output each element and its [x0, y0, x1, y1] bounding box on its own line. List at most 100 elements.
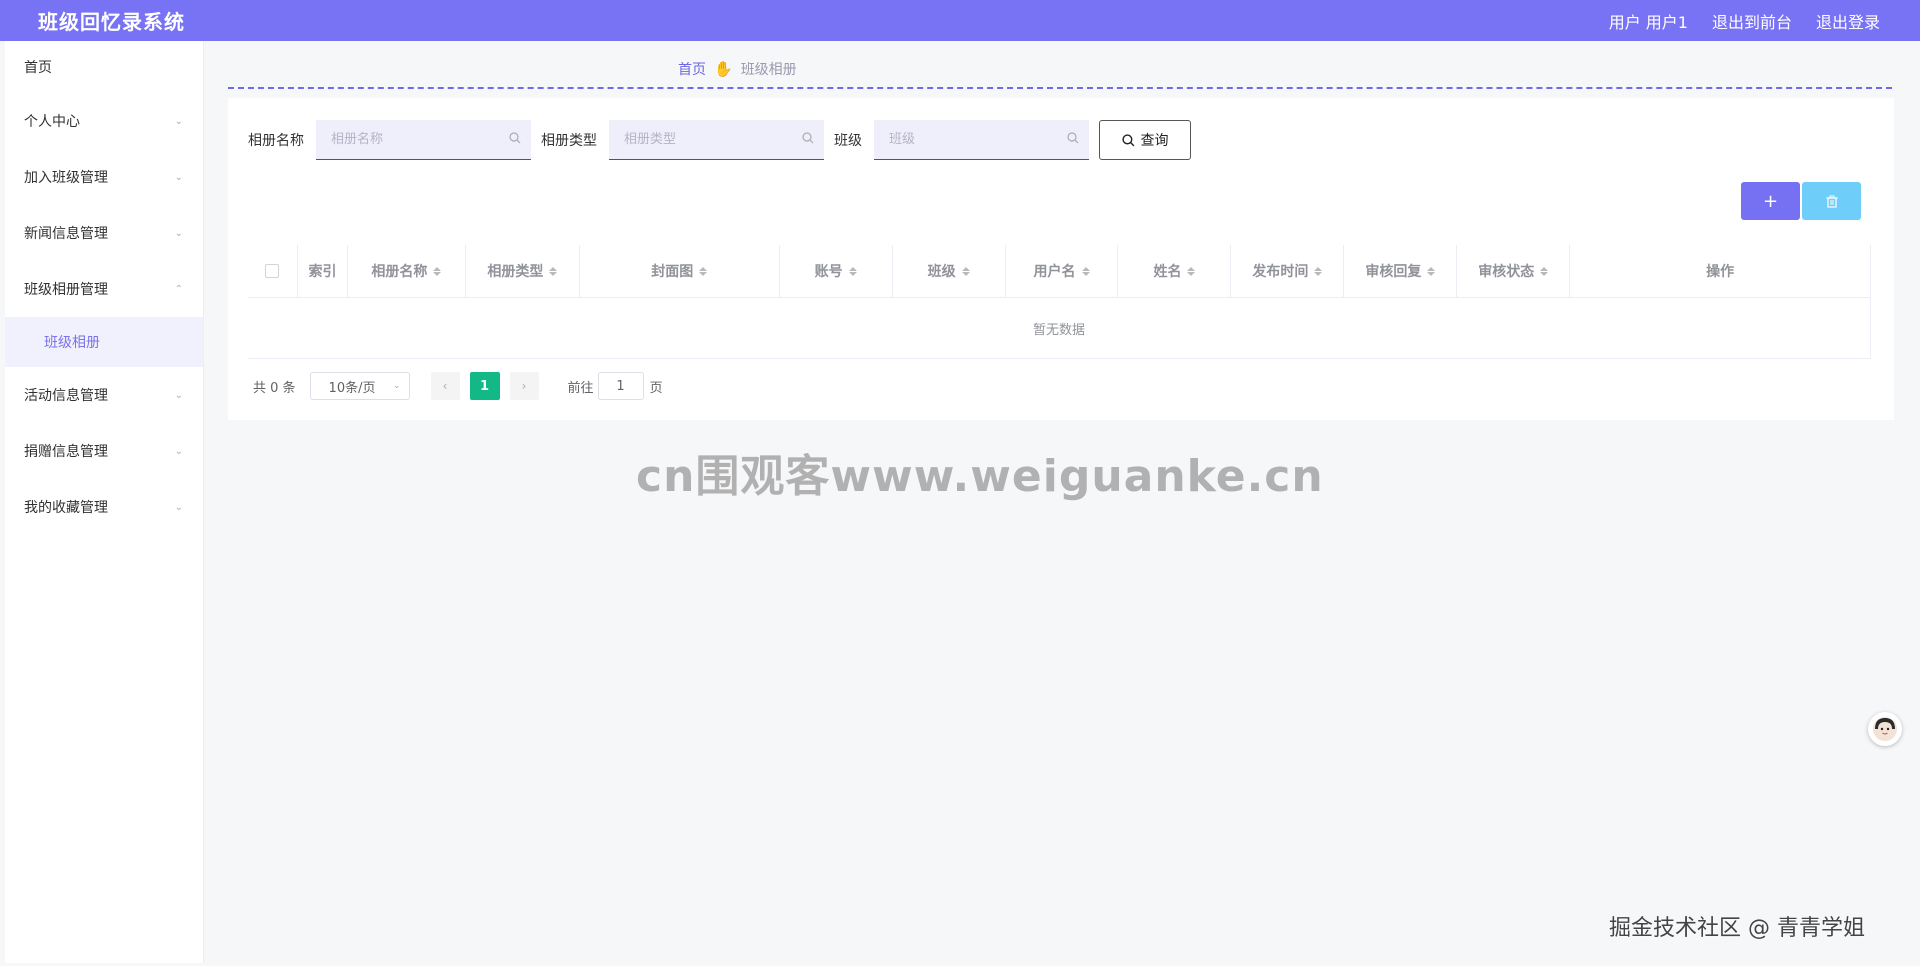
class-input[interactable]: [874, 120, 1089, 159]
column-header-publish-time[interactable]: 发布时间: [1231, 245, 1345, 297]
sidebar-item-label: 首页: [24, 60, 52, 76]
sidebar-item-label: 加入班级管理: [24, 170, 108, 186]
column-header-name[interactable]: 姓名: [1118, 245, 1232, 297]
page-size-select[interactable]: 10条/页 ⌄: [309, 372, 410, 400]
hand-icon: ✋: [714, 60, 733, 78]
sort-icon[interactable]: [1187, 266, 1196, 276]
chevron-down-icon: ⌄: [174, 227, 183, 239]
app-title: 班级回忆录系统: [38, 10, 185, 34]
breadcrumb-current: 班级相册: [740, 62, 797, 78]
sidebar-item-label: 活动信息管理: [24, 388, 108, 404]
sidebar-item-label: 捐赠信息管理: [24, 444, 108, 460]
sidebar-item-label: 新闻信息管理: [24, 226, 108, 242]
search-icon: [1067, 132, 1079, 144]
breadcrumb: 首页 ✋ 班级相册: [678, 59, 797, 79]
exit-to-front-link[interactable]: 退出到前台: [1712, 9, 1792, 33]
sidebar-item-favorites[interactable]: 我的收藏管理 ⌄: [5, 479, 203, 535]
page-suffix: 页: [649, 380, 663, 396]
chevron-down-icon: ⌄: [174, 501, 183, 513]
column-header-account[interactable]: 账号: [780, 245, 893, 297]
pagination-total: 共 0 条: [253, 380, 296, 396]
class-field: [874, 120, 1089, 160]
goto-label: 前往: [567, 380, 594, 396]
sort-icon[interactable]: [433, 266, 442, 276]
sort-icon[interactable]: [699, 266, 708, 276]
sidebar-item-news[interactable]: 新闻信息管理 ⌄: [5, 205, 203, 261]
column-header-album-name[interactable]: 相册名称: [348, 245, 466, 297]
query-button[interactable]: 查询: [1099, 120, 1191, 160]
sidebar-item-class-album[interactable]: 班级相册管理 ⌃: [5, 261, 203, 317]
chevron-down-icon: ⌄: [174, 171, 183, 183]
table-header: 索引 相册名称 相册类型 封面图 账号 班级 用户名 姓名 发布时间 审核回复 …: [248, 245, 1871, 298]
column-header-cover[interactable]: 封面图: [580, 245, 780, 297]
goto-page-input[interactable]: 1: [597, 372, 644, 400]
trash-icon: [1826, 195, 1837, 208]
sort-icon[interactable]: [1314, 266, 1323, 276]
sidebar-item-label: 个人中心: [24, 114, 80, 130]
logout-link[interactable]: 退出登录: [1816, 9, 1880, 33]
breadcrumb-home-link[interactable]: 首页: [678, 59, 706, 79]
sort-icon[interactable]: [848, 266, 857, 276]
column-header-album-type[interactable]: 相册类型: [466, 245, 580, 297]
chevron-right-icon: ›: [521, 379, 527, 393]
sidebar-menu: 首页 个人中心 ⌄ 加入班级管理 ⌄ 新闻信息管理 ⌄ 班级相册管理 ⌃ 班级相…: [5, 41, 204, 963]
sidebar-item-label: 班级相册: [44, 335, 100, 351]
sort-icon[interactable]: [1540, 266, 1549, 276]
current-user-label: 用户 用户1: [1608, 12, 1688, 32]
content-card: 相册名称 相册类型 班级 查询 + 索引: [228, 98, 1894, 420]
column-header-index: 索引: [298, 245, 348, 297]
chevron-down-icon: ⌄: [174, 445, 183, 457]
album-type-field: [609, 120, 824, 160]
album-table: 索引 相册名称 相册类型 封面图 账号 班级 用户名 姓名 发布时间 审核回复 …: [248, 245, 1871, 359]
album-name-input[interactable]: [316, 120, 531, 159]
watermark-bottom-right: 掘金技术社区 @ 青青学姐: [1609, 916, 1865, 941]
sort-icon[interactable]: [961, 266, 970, 276]
sort-icon[interactable]: [1081, 266, 1090, 276]
chevron-down-icon: ⌄: [393, 381, 401, 391]
sort-icon[interactable]: [549, 266, 558, 276]
pagination: 共 0 条 10条/页 ⌄ ‹ 1 › 前往 1 页: [253, 372, 663, 400]
search-icon: [1121, 133, 1134, 146]
class-label: 班级: [834, 133, 862, 149]
prev-page-button[interactable]: ‹: [430, 372, 460, 400]
sidebar-item-personal-center[interactable]: 个人中心 ⌄: [5, 93, 203, 149]
sidebar-item-join-class[interactable]: 加入班级管理 ⌄: [5, 149, 203, 205]
next-page-button[interactable]: ›: [509, 372, 539, 400]
chevron-down-icon: ⌄: [174, 115, 183, 127]
chevron-left-icon: ‹: [442, 379, 448, 393]
sort-icon[interactable]: [1427, 266, 1436, 276]
column-header-review-status[interactable]: 审核状态: [1457, 245, 1571, 297]
floating-avatar[interactable]: [1868, 712, 1902, 746]
sidebar-subitem-class-album[interactable]: 班级相册: [5, 317, 203, 367]
breadcrumb-divider: [228, 87, 1892, 89]
sidebar-item-home[interactable]: 首页: [5, 41, 203, 93]
search-icon: [509, 132, 521, 144]
select-all-checkbox[interactable]: [265, 264, 280, 278]
plus-icon: +: [1762, 190, 1779, 212]
sidebar-item-activity[interactable]: 活动信息管理 ⌄: [5, 367, 203, 423]
select-all-cell: [248, 245, 298, 297]
column-header-review-reply[interactable]: 审核回复: [1344, 245, 1458, 297]
empty-text: 暂无数据: [1032, 322, 1085, 338]
delete-button[interactable]: [1802, 182, 1861, 220]
search-bar: 相册名称 相册类型 班级 查询: [248, 120, 1191, 160]
avatar-icon: [1873, 717, 1897, 741]
search-icon: [802, 132, 814, 144]
add-button[interactable]: +: [1741, 182, 1800, 220]
table-empty-row: 暂无数据: [248, 298, 1871, 359]
column-header-username[interactable]: 用户名: [1006, 245, 1119, 297]
chevron-up-icon: ⌃: [174, 283, 183, 295]
header-actions: 用户 用户1 退出到前台 退出登录: [1609, 9, 1880, 33]
page-number-current[interactable]: 1: [469, 372, 500, 400]
sidebar-item-donation[interactable]: 捐赠信息管理 ⌄: [5, 423, 203, 479]
album-name-label: 相册名称: [248, 133, 304, 149]
sidebar-item-label: 我的收藏管理: [24, 500, 108, 516]
column-header-actions: 操作: [1706, 264, 1735, 280]
watermark-center: cn围观客www.weiguanke.cn: [636, 451, 1324, 502]
chevron-down-icon: ⌄: [174, 389, 183, 401]
album-name-field: [316, 120, 531, 160]
sidebar-item-label: 班级相册管理: [24, 282, 108, 298]
album-type-input[interactable]: [609, 120, 824, 159]
column-header-class[interactable]: 班级: [893, 245, 1006, 297]
page-size-value: 10条/页: [328, 380, 376, 396]
